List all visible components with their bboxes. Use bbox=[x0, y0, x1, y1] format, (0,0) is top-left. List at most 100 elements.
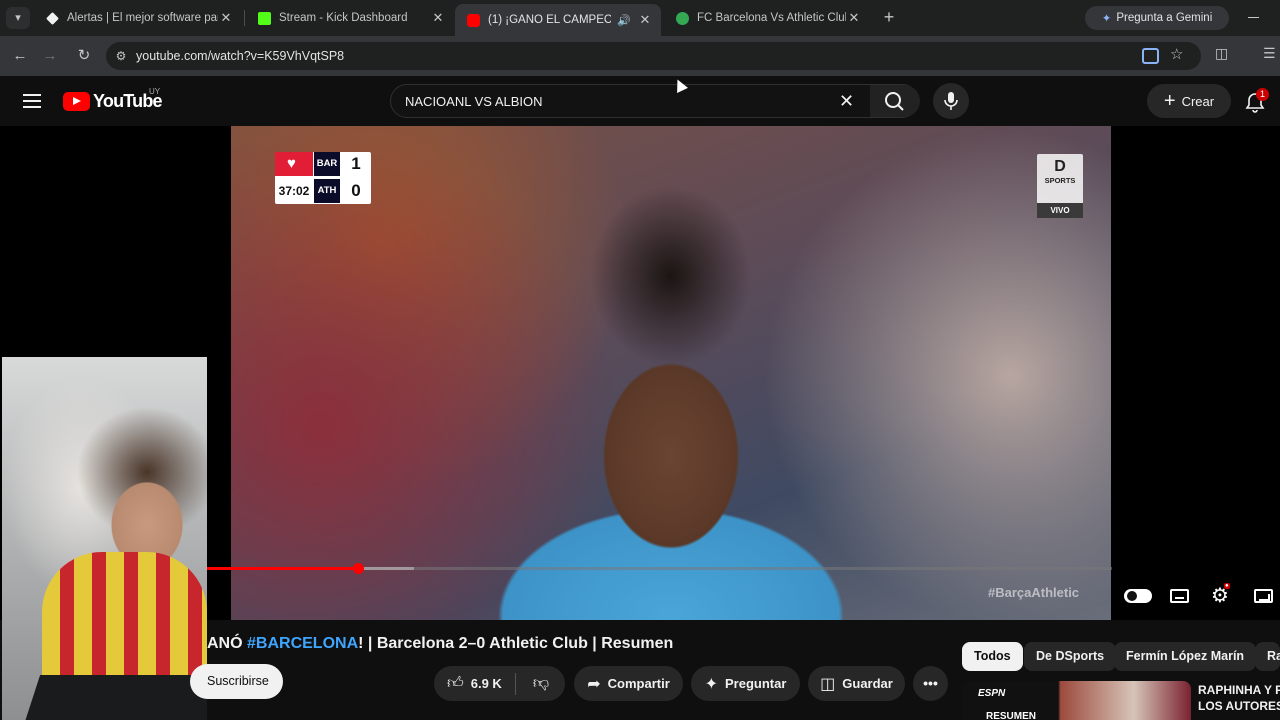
match-clock: 37:02 bbox=[278, 184, 310, 198]
video-watermark: #BarçaAthletic bbox=[988, 585, 1080, 600]
bookmark-icon: ◫ bbox=[820, 675, 836, 693]
away-score: 0 bbox=[351, 181, 361, 200]
alertas-favicon-icon bbox=[46, 11, 59, 25]
tab-search-button[interactable]: ▾ bbox=[6, 7, 30, 29]
tab-title: FC Barcelona Vs Athletic Club - bbox=[697, 12, 846, 24]
reload-button[interactable]: ↻ bbox=[73, 45, 95, 67]
rec-title-line-1: RAPHINHA Y F bbox=[1198, 683, 1280, 697]
thumbnail-caption: RESUMEN bbox=[986, 711, 1037, 720]
youtube-play-logo-icon bbox=[63, 92, 90, 111]
subscribe-button[interactable]: Suscribirse bbox=[190, 664, 283, 699]
share-arrow-icon: ➦ bbox=[587, 675, 601, 693]
chip-fermin-lopez[interactable]: Fermín López Marín bbox=[1114, 642, 1257, 671]
tab-separator bbox=[244, 10, 245, 26]
gemini-label: Pregunta a Gemini bbox=[1116, 12, 1213, 24]
rec-title-line-2: LOS AUTORES bbox=[1198, 699, 1280, 713]
youtube-header: YouTube UY NACIOANL VS ALBION ✕ + Crear … bbox=[0, 76, 1280, 126]
home-score: 1 bbox=[351, 154, 361, 173]
scorebug: 37:02 BAR ATH 1 0 bbox=[275, 152, 371, 204]
search-input[interactable]: NACIOANL VS ALBION bbox=[405, 94, 543, 109]
side-panel-icon[interactable]: ☰ bbox=[1263, 45, 1276, 62]
miniplayer-button[interactable] bbox=[1254, 589, 1273, 603]
chip-dsports[interactable]: De DSports bbox=[1024, 642, 1117, 671]
new-tab-button[interactable]: + bbox=[878, 6, 900, 28]
away-team: ATH bbox=[314, 179, 340, 203]
broadcaster-logo: D SPORTS VIVO bbox=[1037, 154, 1083, 218]
notifications-button[interactable]: 1 bbox=[1244, 88, 1269, 113]
close-tab-icon[interactable]: ✕ bbox=[846, 10, 862, 26]
live-label: VIVO bbox=[1037, 203, 1083, 218]
dsports-logo-mark: D bbox=[1054, 158, 1066, 175]
plus-icon: + bbox=[1163, 89, 1176, 112]
save-label: Guardar bbox=[842, 676, 893, 691]
close-tab-icon[interactable]: ✕ bbox=[637, 12, 653, 28]
address-bar[interactable]: ⚙ youtube.com/watch?v=K59VhVqtSP8 bbox=[106, 42, 1201, 70]
gemini-button[interactable]: ✦ Pregunta a Gemini bbox=[1085, 6, 1229, 30]
chip-partial[interactable]: Ra bbox=[1255, 642, 1280, 671]
like-divider bbox=[514, 672, 516, 695]
create-button[interactable]: + Crear bbox=[1147, 84, 1231, 118]
like-count[interactable]: 6.9 K bbox=[471, 676, 502, 691]
more-actions-button[interactable]: ••• bbox=[913, 666, 948, 701]
thumbs-up-icon[interactable]: 👍︎ bbox=[447, 674, 464, 693]
browser-tab-youtube-active[interactable]: (1) ¡GANÓ EL CAMPEÓN! |C 🔊 ✕ bbox=[455, 4, 661, 36]
title-hashtag-link[interactable]: #BARCELONA bbox=[247, 635, 358, 652]
espn-logo: ESPN bbox=[978, 688, 1006, 699]
country-code: UY bbox=[149, 87, 161, 96]
address-toolbar: ← → ↻ ⚙ youtube.com/watch?v=K59VhVqtSP8 … bbox=[0, 36, 1280, 76]
browser-tab-alertas[interactable]: Alertas | El mejor software para ✕ bbox=[34, 4, 242, 32]
broadcaster-name: SPORTS bbox=[1044, 176, 1076, 185]
save-button[interactable]: ◫ Guardar bbox=[808, 666, 905, 701]
webcam-keyboard bbox=[23, 675, 207, 720]
share-label: Compartir bbox=[607, 676, 670, 691]
install-app-icon[interactable] bbox=[1142, 48, 1159, 64]
tab-title: Stream - Kick Dashboard bbox=[279, 12, 408, 24]
title-prefix: ANÓ bbox=[207, 635, 247, 652]
search-box[interactable]: NACIOANL VS ALBION ✕ bbox=[390, 84, 920, 118]
kick-favicon-icon bbox=[258, 11, 271, 25]
ask-button[interactable]: ✦ Preguntar bbox=[691, 666, 800, 701]
browser-tab-bar: ▾ Alertas | El mejor software para ✕ Str… bbox=[0, 0, 1280, 36]
browser-tab-barcelona[interactable]: FC Barcelona Vs Athletic Club - ✕ bbox=[664, 4, 870, 32]
sparkle-icon: ✦ bbox=[704, 675, 718, 693]
subtitles-button[interactable] bbox=[1170, 589, 1189, 603]
video-frame[interactable]: 37:02 BAR ATH 1 0 D SPORTS VIVO #BarçaAt… bbox=[231, 126, 1111, 620]
tab-title: Alertas | El mejor software para bbox=[67, 12, 218, 24]
url-text: youtube.com/watch?v=K59VhVqtSP8 bbox=[136, 49, 345, 63]
bookmark-star-icon[interactable]: ☆ bbox=[1170, 45, 1183, 63]
youtube-logo[interactable]: YouTube UY bbox=[63, 87, 163, 112]
thumbs-down-icon[interactable]: 👎︎ bbox=[533, 674, 549, 693]
browser-tab-kick[interactable]: Stream - Kick Dashboard ✕ bbox=[246, 4, 454, 32]
guide-menu-icon[interactable] bbox=[23, 94, 41, 108]
recommended-video-thumbnail[interactable]: ESPN RESUMEN bbox=[962, 681, 1191, 720]
close-tab-icon[interactable]: ✕ bbox=[218, 10, 234, 26]
youtube-favicon-icon bbox=[467, 13, 480, 27]
extensions-icon[interactable]: ◫ bbox=[1215, 45, 1228, 62]
search-button[interactable] bbox=[870, 85, 920, 117]
voice-search-button[interactable] bbox=[933, 83, 969, 119]
create-label: Crear bbox=[1181, 93, 1215, 109]
site-info-icon[interactable]: ⚙ bbox=[106, 49, 136, 63]
ask-label: Preguntar bbox=[725, 676, 787, 691]
seek-bar[interactable] bbox=[207, 563, 1112, 574]
webcam-overlay bbox=[2, 357, 207, 720]
share-button[interactable]: ➦ Compartir bbox=[574, 666, 683, 701]
close-tab-icon[interactable]: ✕ bbox=[430, 10, 446, 26]
settings-button[interactable]: ⚙ ● bbox=[1211, 583, 1230, 608]
notification-badge: 1 bbox=[1256, 88, 1269, 101]
speaker-icon[interactable]: 🔊 bbox=[617, 14, 631, 27]
chip-todos[interactable]: Todos bbox=[962, 642, 1023, 671]
autoplay-toggle[interactable] bbox=[1124, 589, 1152, 603]
recommended-video-title[interactable]: RAPHINHA Y F LOS AUTORES bbox=[1198, 682, 1280, 714]
clear-search-icon[interactable]: ✕ bbox=[839, 91, 854, 112]
gemini-icon: ✦ bbox=[1101, 13, 1112, 25]
forward-button[interactable]: → bbox=[39, 45, 61, 67]
webcam-person bbox=[42, 552, 207, 692]
home-team: BAR bbox=[314, 152, 340, 176]
globe-favicon-icon bbox=[676, 11, 689, 25]
search-icon bbox=[885, 92, 904, 111]
microphone-icon bbox=[944, 92, 958, 110]
tab-title: (1) ¡GANÓ EL CAMPEÓN! |C bbox=[488, 14, 612, 26]
back-button[interactable]: ← bbox=[9, 45, 31, 67]
minimize-window-button[interactable] bbox=[1248, 8, 1262, 22]
